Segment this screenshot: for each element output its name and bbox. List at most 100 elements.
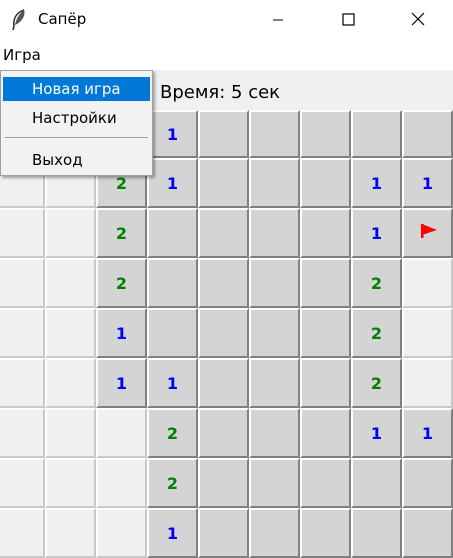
board-cell-closed[interactable] [300, 458, 351, 508]
board-cell-closed[interactable] [351, 110, 402, 158]
cell-number: 2 [115, 273, 128, 293]
board-cell-empty[interactable] [0, 308, 45, 358]
board-cell-empty[interactable] [0, 358, 45, 408]
board-cell-closed[interactable] [402, 508, 453, 558]
board-cell-empty[interactable] [45, 208, 96, 258]
board-cell-closed[interactable] [198, 308, 249, 358]
board-cell-closed[interactable] [147, 308, 198, 358]
board-cell-closed[interactable] [249, 508, 300, 558]
board-cell-empty[interactable] [96, 458, 147, 508]
board-cell-number[interactable]: 1 [351, 158, 402, 208]
cell-number: 2 [370, 373, 383, 393]
board-cell-closed[interactable] [300, 508, 351, 558]
board-cell-closed[interactable] [351, 508, 402, 558]
cell-number: 1 [421, 173, 434, 193]
board-cell-closed[interactable] [198, 158, 249, 208]
board-cell-empty[interactable] [402, 358, 453, 408]
cell-number: 1 [166, 373, 179, 393]
board-cell-closed[interactable] [249, 110, 300, 158]
board-cell-empty[interactable] [45, 258, 96, 308]
board-cell-closed[interactable] [402, 110, 453, 158]
board-cell-closed[interactable] [351, 458, 402, 508]
flag-icon [418, 221, 438, 245]
cell-number: 1 [115, 373, 128, 393]
board-cell-number[interactable]: 1 [96, 308, 147, 358]
board-cell-number[interactable]: 1 [96, 358, 147, 408]
board-cell-empty[interactable] [45, 508, 96, 558]
board-cell-closed[interactable] [402, 458, 453, 508]
board-cell-empty[interactable] [45, 408, 96, 458]
board-cell-number[interactable]: 1 [351, 408, 402, 458]
menu-item-new-game[interactable]: Новая игра [3, 77, 150, 101]
board-cell-closed[interactable] [147, 258, 198, 308]
board-cell-flagged[interactable] [402, 208, 453, 258]
board-cell-number[interactable]: 2 [351, 358, 402, 408]
cell-number: 2 [166, 473, 179, 493]
board-cell-empty[interactable] [96, 508, 147, 558]
board-cell-closed[interactable] [249, 308, 300, 358]
board-cell-number[interactable]: 2 [96, 208, 147, 258]
board-cell-number[interactable]: 2 [351, 258, 402, 308]
board-cell-closed[interactable] [249, 358, 300, 408]
cell-number: 1 [115, 323, 128, 343]
board-cell-closed[interactable] [198, 358, 249, 408]
cell-number: 1 [166, 124, 179, 144]
board-cell-empty[interactable] [0, 208, 45, 258]
cell-number: 1 [166, 173, 179, 193]
board-cell-closed[interactable] [249, 158, 300, 208]
cell-number: 1 [166, 523, 179, 543]
cell-number: 1 [370, 223, 383, 243]
board-cell-number[interactable]: 2 [147, 408, 198, 458]
board-cell-empty[interactable] [402, 258, 453, 308]
board-cell-number[interactable]: 2 [351, 308, 402, 358]
cell-number: 1 [370, 423, 383, 443]
board-cell-closed[interactable] [300, 208, 351, 258]
board-cell-empty[interactable] [0, 408, 45, 458]
menu-item-exit[interactable]: Выход [3, 148, 150, 172]
board-cell-closed[interactable] [249, 258, 300, 308]
board-cell-number[interactable]: 1 [147, 110, 198, 158]
board-cell-number[interactable]: 1 [147, 158, 198, 208]
cell-number: 2 [370, 273, 383, 293]
board-cell-empty[interactable] [96, 408, 147, 458]
board-cell-empty[interactable] [45, 458, 96, 508]
board-cell-closed[interactable] [249, 408, 300, 458]
board-cell-number[interactable]: 1 [402, 408, 453, 458]
board-cell-number[interactable]: 1 [147, 358, 198, 408]
cell-number: 2 [166, 423, 179, 443]
board-cell-number[interactable]: 1 [351, 208, 402, 258]
board-cell-closed[interactable] [249, 458, 300, 508]
board-cell-closed[interactable] [198, 258, 249, 308]
board-cell-empty[interactable] [45, 308, 96, 358]
cell-number: 2 [115, 173, 128, 193]
board-cell-number[interactable]: 2 [147, 458, 198, 508]
board-cell-empty[interactable] [45, 358, 96, 408]
cell-number: 2 [115, 223, 128, 243]
board-cell-closed[interactable] [198, 458, 249, 508]
board-cell-closed[interactable] [300, 408, 351, 458]
board-cell-closed[interactable] [300, 308, 351, 358]
board-cell-closed[interactable] [300, 358, 351, 408]
menu-item-settings[interactable]: Настройки [3, 106, 150, 130]
menu-separator [5, 137, 148, 138]
board-cell-closed[interactable] [198, 110, 249, 158]
board-cell-closed[interactable] [147, 208, 198, 258]
board-cell-closed[interactable] [249, 208, 300, 258]
board-cell-closed[interactable] [300, 158, 351, 208]
game-dropdown-menu: Новая игра Настройки Выход [0, 70, 153, 176]
cell-number: 1 [370, 173, 383, 193]
board-cell-closed[interactable] [198, 208, 249, 258]
cell-number: 2 [370, 323, 383, 343]
board-cell-number[interactable]: 1 [402, 158, 453, 208]
board-cell-empty[interactable] [402, 308, 453, 358]
board-cell-number[interactable]: 1 [147, 508, 198, 558]
board-cell-closed[interactable] [198, 508, 249, 558]
board-cell-closed[interactable] [300, 110, 351, 158]
cell-number: 1 [421, 423, 434, 443]
board-cell-empty[interactable] [0, 508, 45, 558]
board-cell-empty[interactable] [0, 458, 45, 508]
board-cell-closed[interactable] [198, 408, 249, 458]
board-cell-empty[interactable] [0, 258, 45, 308]
board-cell-number[interactable]: 2 [96, 258, 147, 308]
board-cell-closed[interactable] [300, 258, 351, 308]
